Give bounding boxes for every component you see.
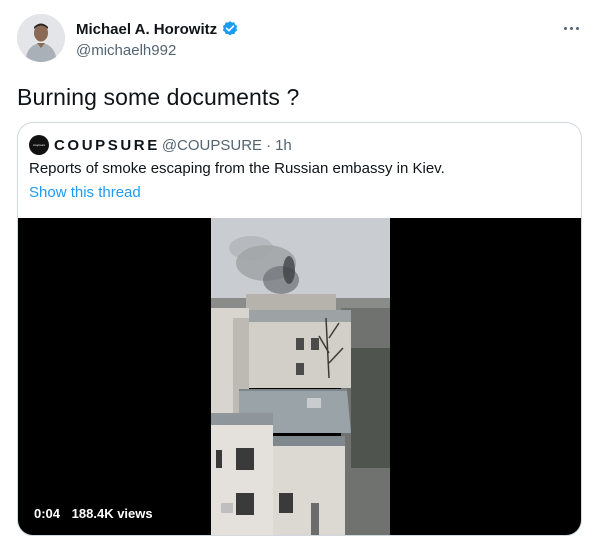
quoted-author-name[interactable]: COUPSURE [54, 137, 160, 154]
quoted-tweet-card[interactable]: coupsure COUPSURE @COUPSURE · 1h Reports… [17, 122, 582, 536]
quoted-tweet-time[interactable]: 1h [275, 137, 292, 154]
tweet: Michael A. Horowitz @michaelh992 Burning… [0, 0, 598, 550]
tweet-text: Burning some documents ? [17, 84, 300, 110]
video-view-count: 188.4K views [71, 506, 153, 521]
verified-badge-icon [221, 20, 239, 38]
video-meta: 0:04 188.4K views [34, 506, 153, 521]
author-handle[interactable]: @michaelh992 [76, 42, 176, 59]
author-avatar[interactable] [17, 14, 65, 62]
show-thread-link[interactable]: Show this thread [29, 184, 141, 201]
author-display-name[interactable]: Michael A. Horowitz [76, 21, 217, 38]
separator-dot: · [266, 136, 272, 154]
quoted-tweet-text: Reports of smoke escaping from the Russi… [29, 160, 445, 177]
quoted-tweet-header: coupsure COUPSURE @COUPSURE · 1h [29, 135, 292, 155]
quoted-author-handle[interactable]: @COUPSURE [162, 137, 262, 154]
author-name-row[interactable]: Michael A. Horowitz [76, 20, 239, 38]
video-timestamp: 0:04 [34, 506, 61, 521]
more-options-icon[interactable] [556, 18, 586, 38]
quoted-author-avatar[interactable]: coupsure [29, 135, 49, 155]
video-player[interactable]: 0:04 188.4K views [18, 218, 581, 535]
video-frame [211, 218, 390, 535]
